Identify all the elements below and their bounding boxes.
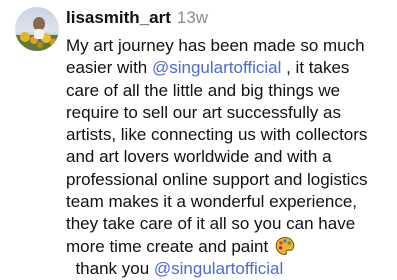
username[interactable]: lisasmith_art xyxy=(66,8,171,27)
comment: lisasmith_art 13w My art journey has been… xyxy=(0,0,397,280)
comment-header: lisasmith_art 13w xyxy=(66,6,208,30)
timestamp: 13w xyxy=(176,8,209,27)
mention-link[interactable]: @singulartofficial xyxy=(154,259,283,278)
mention-link[interactable]: @singulartofficial xyxy=(152,58,281,77)
comment-text-part: thank you xyxy=(66,258,154,278)
avatar[interactable] xyxy=(15,7,59,51)
artist-palette-icon xyxy=(275,236,295,256)
comment-text: My art journey has been made so much eas… xyxy=(66,35,384,280)
comment-text-part: , it takes care of all the little and bi… xyxy=(66,58,368,256)
